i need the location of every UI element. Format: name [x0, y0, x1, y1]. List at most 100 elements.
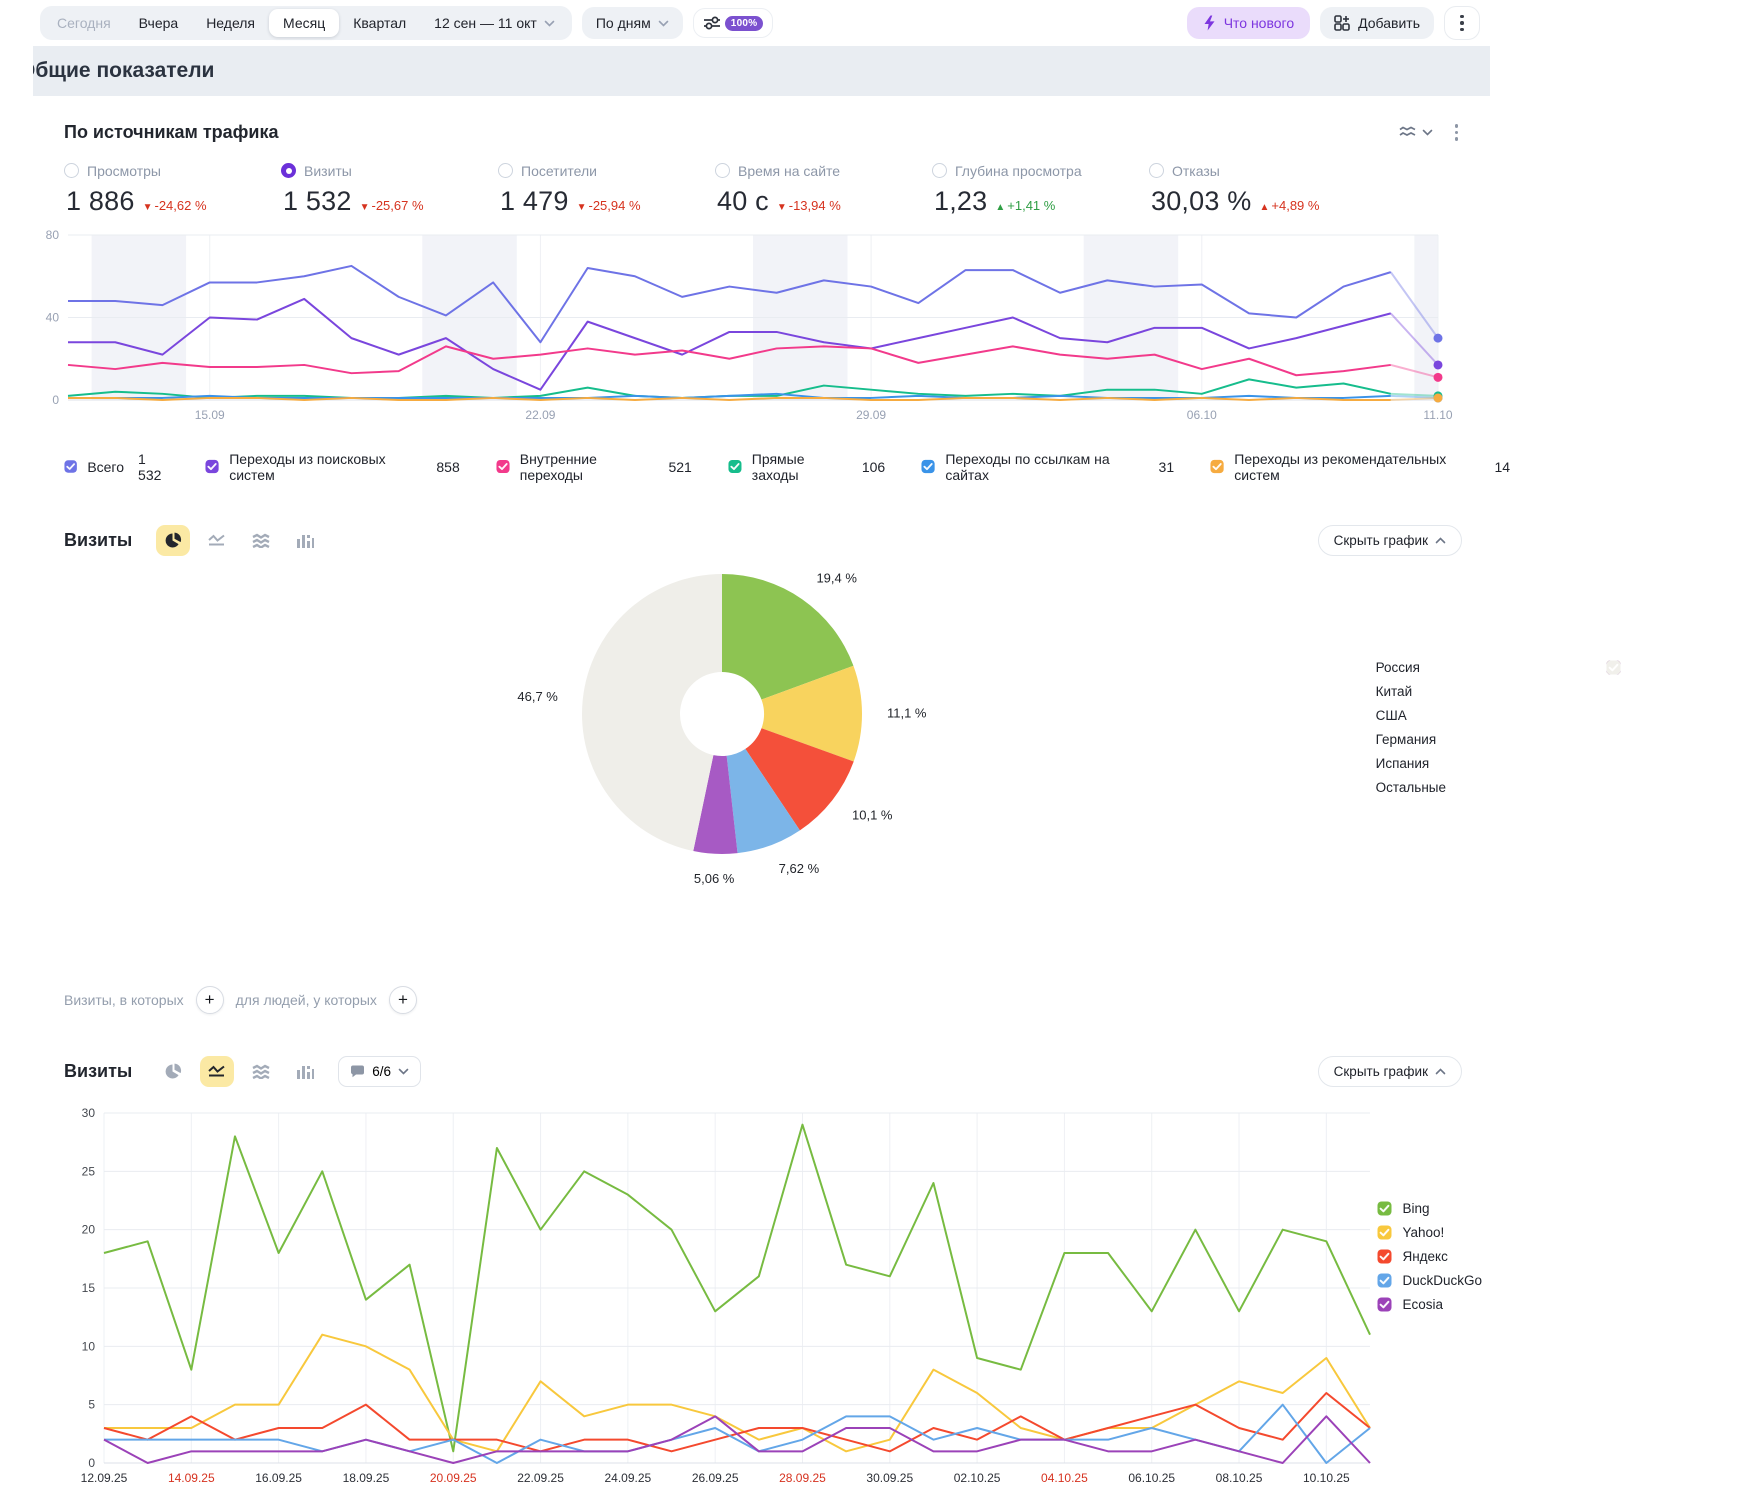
- chart-type-line-button[interactable]: [200, 1056, 234, 1087]
- legend-item[interactable]: DuckDuckGo: [1377, 1273, 1482, 1288]
- metric-visitors[interactable]: Посетители 1 479▼-25,94 %: [498, 163, 715, 217]
- whats-new-button[interactable]: Что нового: [1187, 7, 1310, 39]
- annotations-dropdown[interactable]: 6/6: [338, 1056, 421, 1087]
- legend-item[interactable]: Yahoo!: [1377, 1225, 1482, 1240]
- legend-item[interactable]: Россия: [1376, 660, 1446, 675]
- checkbox-icon[interactable]: [1377, 1297, 1392, 1312]
- checkbox-icon[interactable]: [1210, 459, 1224, 474]
- toolbar: Сегодня Вчера Неделя Месяц Квартал 12 се…: [0, 0, 1510, 46]
- trend-arrow-icon: ▼: [143, 202, 153, 213]
- add-button[interactable]: Добавить: [1320, 7, 1434, 39]
- radio-icon[interactable]: [64, 163, 79, 178]
- legend-item[interactable]: Китай: [1376, 684, 1446, 699]
- svg-text:28.09.25: 28.09.25: [779, 1471, 826, 1485]
- checkbox-icon[interactable]: [728, 459, 742, 474]
- svg-text:5: 5: [88, 1397, 95, 1411]
- radio-icon[interactable]: [498, 163, 513, 178]
- legend-item[interactable]: США: [1376, 708, 1446, 723]
- traffic-line-chart: 0408015.0922.0929.0906.1011.10: [0, 217, 1510, 435]
- checkbox-icon[interactable]: [205, 459, 219, 474]
- legend-item[interactable]: Внутренние переходы521: [496, 451, 692, 483]
- legend-item[interactable]: Остальные: [1376, 780, 1446, 795]
- waves-icon: [1399, 126, 1417, 138]
- chart-type-columns-button[interactable]: [288, 525, 322, 556]
- legend-item[interactable]: Переходы из поисковых систем858: [205, 451, 460, 483]
- chart-type-area-button[interactable]: [244, 1056, 278, 1087]
- legend-item[interactable]: Переходы по ссылкам на сайтах31: [921, 451, 1174, 483]
- chart-type-pie-button[interactable]: [156, 525, 190, 556]
- date-range-selector[interactable]: 12 сен — 11 окт: [420, 9, 569, 37]
- legend-item[interactable]: Прямые заходы106: [728, 451, 885, 483]
- visits-line-title: Визиты: [64, 1061, 132, 1082]
- metric-change: -25,94 %: [588, 198, 640, 213]
- legend-item[interactable]: Германия: [1376, 732, 1446, 747]
- svg-text:10.10.25: 10.10.25: [1303, 1471, 1350, 1485]
- sampling-badge: 100%: [725, 16, 764, 31]
- radio-icon[interactable]: [932, 163, 947, 178]
- tab-week[interactable]: Неделя: [192, 9, 269, 37]
- legend-label: Яндекс: [1402, 1249, 1447, 1264]
- checkbox-icon[interactable]: [1377, 1225, 1392, 1240]
- chart-type-pie-button[interactable]: [156, 1056, 190, 1087]
- traffic-section-header: По источникам трафика: [0, 96, 1510, 149]
- checkbox-icon[interactable]: [1377, 1273, 1392, 1288]
- stacked-area-icon: [252, 533, 270, 548]
- metric-change: -25,67 %: [371, 198, 423, 213]
- tab-today[interactable]: Сегодня: [43, 9, 125, 37]
- page-title-band: Общие показатели: [33, 46, 1490, 96]
- legend-label: Всего: [87, 459, 124, 475]
- legend-item[interactable]: Bing: [1377, 1201, 1482, 1216]
- sampling-settings-button[interactable]: 100%: [693, 8, 774, 38]
- svg-text:25: 25: [82, 1164, 96, 1178]
- metric-visits[interactable]: Визиты 1 532▼-25,67 %: [281, 163, 498, 217]
- hide-chart-button[interactable]: Скрыть график: [1318, 1056, 1462, 1087]
- chevron-up-icon: [1435, 1068, 1446, 1075]
- metric-bounces[interactable]: Отказы 30,03 %▲+4,89 %: [1149, 163, 1366, 217]
- add-visit-condition-button[interactable]: +: [196, 986, 224, 1014]
- toolbar-kebab-menu[interactable]: [1444, 6, 1480, 40]
- traffic-section-controls: [1395, 120, 1463, 145]
- checkbox-icon[interactable]: [1377, 1249, 1392, 1264]
- radio-icon[interactable]: [1149, 163, 1164, 178]
- svg-text:15: 15: [82, 1281, 96, 1295]
- search-engines-legend: Bing Yahoo! Яндекс DuckDuckGo Ecosia: [1377, 1201, 1482, 1312]
- chart-type-area-button[interactable]: [244, 525, 278, 556]
- svg-text:14.09.25: 14.09.25: [168, 1471, 215, 1485]
- chevron-down-icon: [398, 1068, 409, 1075]
- segment-filter-row: Визиты, в которых + для людей, у которых…: [64, 986, 1510, 1014]
- svg-text:18.09.25: 18.09.25: [343, 1471, 390, 1485]
- radio-icon[interactable]: [715, 163, 730, 178]
- checkbox-icon[interactable]: [1606, 660, 1621, 675]
- traffic-kebab-menu[interactable]: [1451, 120, 1463, 145]
- tab-quarter[interactable]: Квартал: [339, 9, 420, 37]
- svg-text:10,1 %: 10,1 %: [852, 807, 893, 822]
- chart-type-line-button[interactable]: [200, 525, 234, 556]
- metric-depth[interactable]: Глубина просмотра 1,23▲+1,41 %: [932, 163, 1149, 217]
- metric-views[interactable]: Просмотры 1 886▼-24,62 %: [64, 163, 281, 217]
- metric-time-on-site[interactable]: Время на сайте 40 с▼-13,94 %: [715, 163, 932, 217]
- checkbox-icon[interactable]: [64, 459, 77, 474]
- granularity-selector[interactable]: По дням: [582, 7, 683, 39]
- legend-item[interactable]: Всего1 532: [64, 451, 169, 483]
- svg-text:30.09.25: 30.09.25: [866, 1471, 913, 1485]
- metric-value: 1 886: [66, 186, 135, 217]
- legend-value: 31: [1159, 459, 1175, 475]
- legend-item[interactable]: Ecosia: [1377, 1297, 1482, 1312]
- checkbox-icon[interactable]: [496, 459, 510, 474]
- lightning-icon: [1203, 15, 1216, 31]
- metric-change: +4,89 %: [1271, 198, 1319, 213]
- tab-yesterday[interactable]: Вчера: [125, 9, 193, 37]
- chart-settings-button[interactable]: [1395, 122, 1437, 142]
- hide-chart-button[interactable]: Скрыть график: [1318, 525, 1462, 556]
- legend-item[interactable]: Яндекс: [1377, 1249, 1482, 1264]
- checkbox-icon[interactable]: [921, 459, 935, 474]
- chart-type-columns-button[interactable]: [288, 1056, 322, 1087]
- svg-text:22.09.25: 22.09.25: [517, 1471, 564, 1485]
- checkbox-icon[interactable]: [1377, 1201, 1392, 1216]
- radio-icon-selected[interactable]: [281, 163, 296, 178]
- tab-month[interactable]: Месяц: [269, 9, 339, 37]
- legend-item[interactable]: Переходы из рекомендательных систем14: [1210, 451, 1510, 483]
- legend-label: Прямые заходы: [752, 451, 848, 483]
- legend-item[interactable]: Испания: [1376, 756, 1446, 771]
- add-people-condition-button[interactable]: +: [389, 986, 417, 1014]
